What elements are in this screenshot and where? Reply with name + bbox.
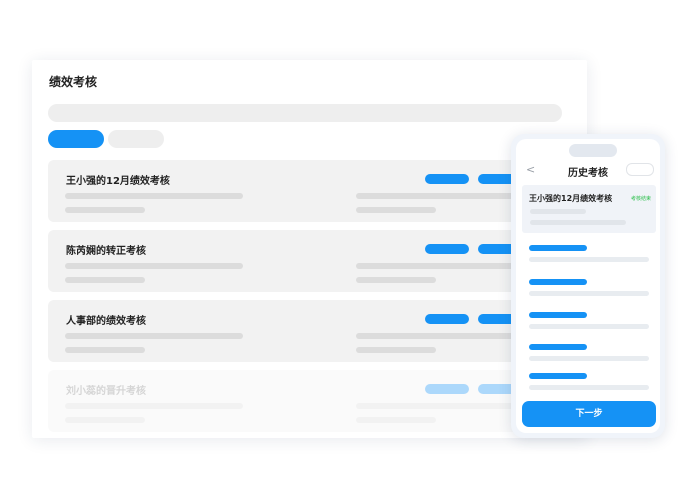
placeholder-line (529, 356, 649, 361)
placeholder-line (356, 347, 436, 353)
action-button[interactable] (425, 384, 469, 394)
placeholder-line (356, 207, 436, 213)
action-button[interactable] (425, 174, 469, 184)
phone-screen: < 历史考核 王小强的12月绩效考核 考核结束 下一步 (516, 139, 660, 433)
placeholder-line (356, 403, 536, 409)
placeholder-line (356, 193, 536, 199)
list-item[interactable]: 王小强的12月绩效考核 (48, 160, 587, 222)
placeholder-line (65, 193, 243, 199)
placeholder-line (65, 277, 145, 283)
placeholder-line (65, 347, 145, 353)
search-input[interactable] (48, 104, 562, 122)
placeholder-line (65, 417, 145, 423)
page-title: 绩效考核 (49, 75, 98, 89)
history-card-title: 王小强的12月绩效考核 (529, 194, 613, 203)
menu-capsule-icon[interactable] (626, 163, 654, 176)
tab-active[interactable] (48, 130, 104, 148)
placeholder-line (65, 333, 243, 339)
status-badge: 考核结束 (630, 196, 651, 202)
tab-inactive[interactable] (108, 130, 164, 148)
placeholder-line (530, 220, 626, 225)
placeholder-line (356, 417, 436, 423)
placeholder-line (529, 312, 587, 318)
placeholder-line (65, 403, 243, 409)
list-item-title: 王小强的12月绩效考核 (66, 176, 170, 187)
list-item[interactable]: 陈芮娴的转正考核 (48, 230, 587, 292)
list-item[interactable]: 刘小蕊的晋升考核 (48, 370, 587, 432)
placeholder-line (356, 333, 536, 339)
desktop-panel: 绩效考核 王小强的12月绩效考核 陈芮娴的转正考核 人事部的绩效考核 刘小蕊的晋… (32, 60, 587, 438)
placeholder-line (529, 324, 649, 329)
placeholder-line (529, 291, 649, 296)
placeholder-line (530, 209, 586, 214)
action-button[interactable] (425, 314, 469, 324)
placeholder-line (529, 245, 587, 251)
placeholder-line (356, 263, 536, 269)
assessment-list: 王小强的12月绩效考核 陈芮娴的转正考核 人事部的绩效考核 刘小蕊的晋升考核 (48, 160, 587, 438)
list-item-title: 人事部的绩效考核 (66, 316, 146, 327)
placeholder-line (529, 385, 649, 390)
list-item-title: 陈芮娴的转正考核 (66, 246, 146, 257)
action-button[interactable] (425, 244, 469, 254)
placeholder-line (529, 344, 587, 350)
placeholder-line (356, 277, 436, 283)
placeholder-line (65, 263, 243, 269)
phone-notch (569, 144, 617, 157)
placeholder-line (529, 279, 587, 285)
placeholder-line (65, 207, 145, 213)
stage: 绩效考核 王小强的12月绩效考核 陈芮娴的转正考核 人事部的绩效考核 刘小蕊的晋… (0, 0, 700, 500)
placeholder-line (529, 373, 587, 379)
history-card[interactable]: 王小强的12月绩效考核 考核结束 (522, 185, 656, 233)
list-item-title: 刘小蕊的晋升考核 (66, 386, 146, 397)
phone-mockup: < 历史考核 王小强的12月绩效考核 考核结束 下一步 (511, 134, 665, 438)
next-button[interactable]: 下一步 (522, 401, 656, 427)
placeholder-line (529, 257, 649, 262)
list-item[interactable]: 人事部的绩效考核 (48, 300, 587, 362)
